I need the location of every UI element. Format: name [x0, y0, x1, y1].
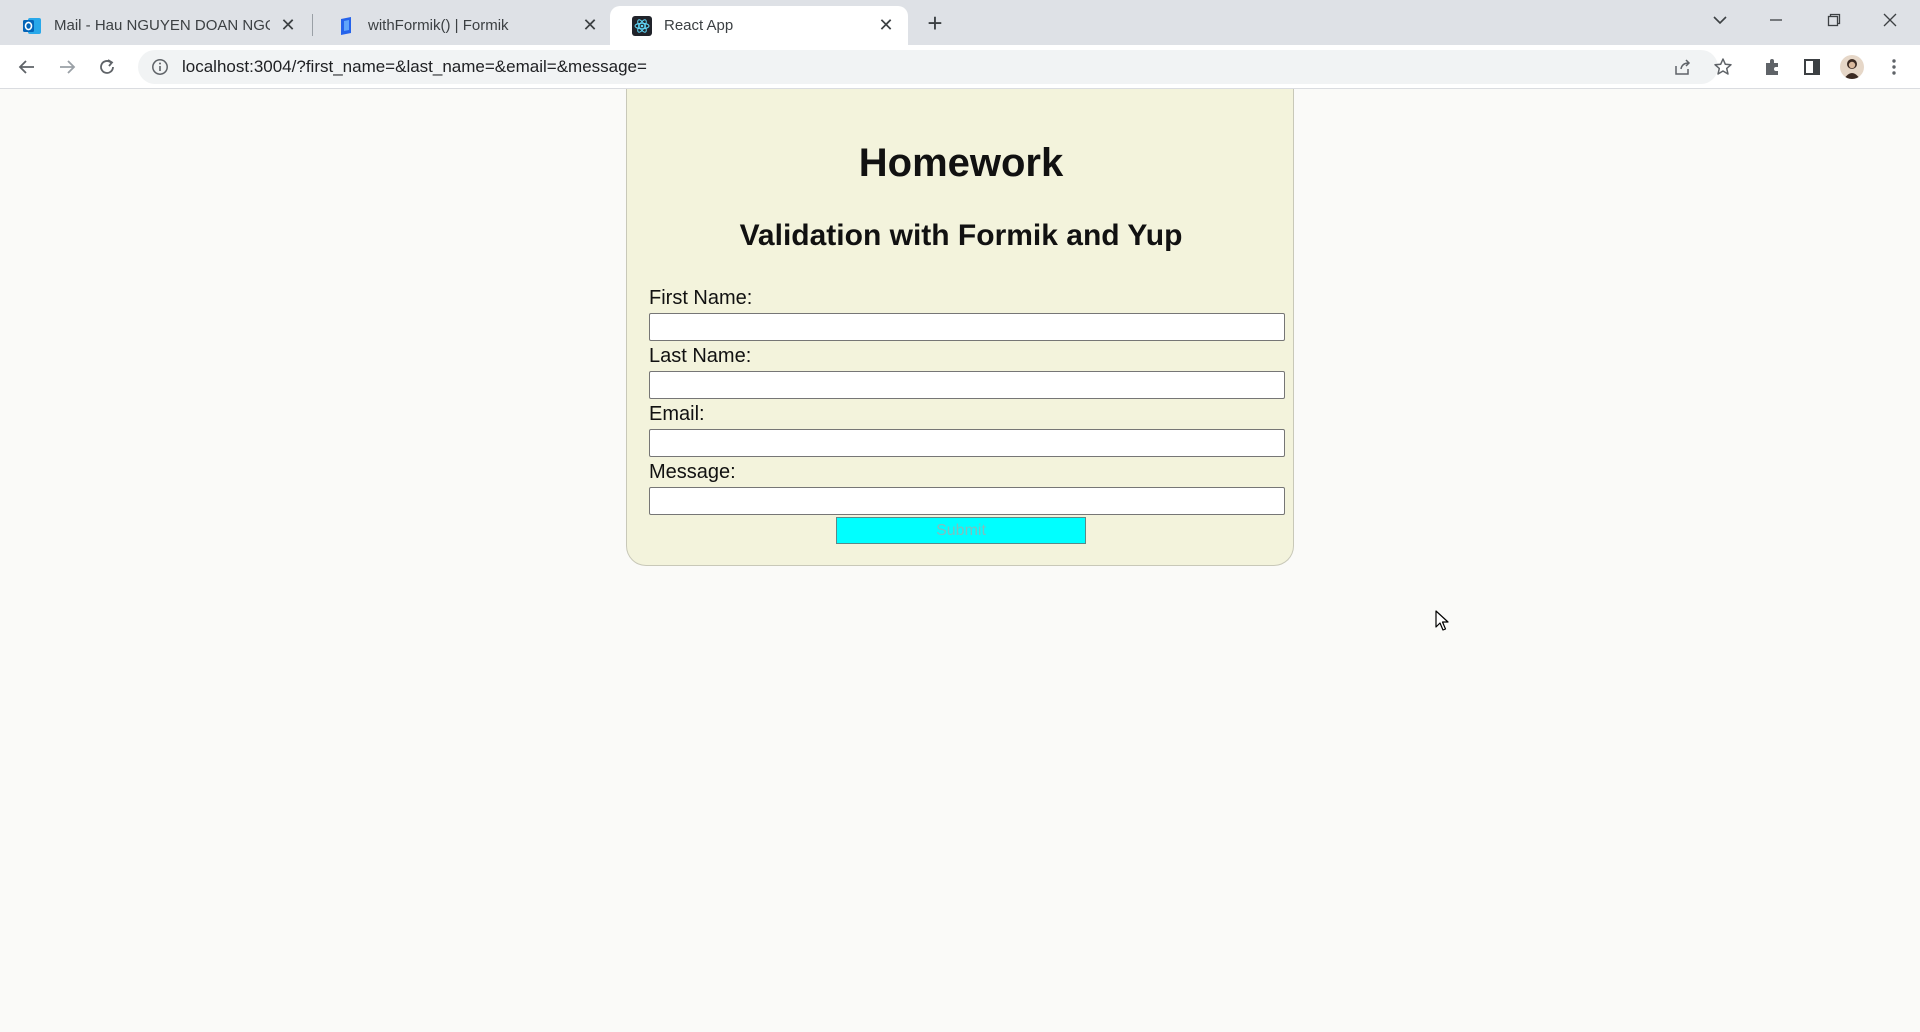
tab-search-button[interactable] — [1692, 0, 1748, 40]
side-panel-icon — [1804, 59, 1820, 75]
outlook-icon — [22, 16, 42, 36]
tab-strip: Mail - Hau NGUYEN DOAN NGOC ✕ withFormik… — [0, 0, 1920, 45]
message-field[interactable] — [649, 487, 1285, 515]
tab-mail[interactable]: Mail - Hau NGUYEN DOAN NGOC ✕ — [0, 6, 310, 45]
formik-icon — [336, 16, 356, 36]
restore-icon — [1827, 13, 1841, 27]
bookmark-button[interactable] — [1707, 51, 1739, 83]
forward-button[interactable] — [51, 51, 83, 83]
menu-button[interactable] — [1878, 51, 1910, 83]
reload-icon — [100, 59, 114, 74]
mouse-cursor-icon — [1435, 610, 1449, 631]
side-panel-button[interactable] — [1796, 51, 1828, 83]
message-label: Message: — [649, 461, 736, 483]
url-text: localhost:3004/?first_name=&last_name=&e… — [182, 57, 647, 76]
window-close-button[interactable] — [1862, 0, 1918, 40]
browser-toolbar: localhost:3004/?first_name=&last_name=&e… — [0, 45, 1920, 89]
close-icon[interactable]: ✕ — [876, 15, 896, 36]
arrow-right-icon — [60, 60, 76, 74]
tab-title: Mail - Hau NGUYEN DOAN NGOC — [54, 17, 270, 34]
page-subtitle: Validation with Formik and Yup — [739, 219, 1183, 252]
arrow-left-icon — [18, 60, 34, 74]
more-vertical-icon — [1892, 59, 1896, 75]
tab-react-app[interactable]: React App ✕ — [610, 6, 908, 45]
tab-title: React App — [664, 17, 734, 34]
share-icon — [1675, 59, 1691, 75]
page-title: Homework — [858, 141, 1064, 185]
email-field[interactable] — [649, 429, 1285, 457]
close-icon — [1883, 13, 1897, 27]
tab-divider — [312, 14, 313, 36]
info-icon[interactable] — [150, 57, 170, 77]
new-tab-button[interactable]: + — [920, 8, 950, 38]
email-label: Email: — [649, 403, 705, 425]
last-name-field[interactable] — [649, 371, 1285, 399]
last-name-label: Last Name: — [649, 345, 752, 367]
back-button[interactable] — [11, 51, 43, 83]
minimize-icon — [1770, 19, 1782, 21]
share-button[interactable] — [1667, 51, 1699, 83]
puzzle-icon — [1766, 59, 1778, 75]
react-icon — [632, 15, 652, 36]
extensions-button[interactable] — [1756, 51, 1788, 83]
minimize-button[interactable] — [1748, 0, 1804, 40]
address-bar[interactable]: localhost:3004/?first_name=&last_name=&e… — [138, 50, 1718, 84]
tab-title: withFormik() | Formik — [368, 17, 509, 34]
form-card: Homework Validation with Formik and Yup … — [626, 89, 1294, 566]
first-name-label: First Name: — [649, 287, 753, 309]
close-icon[interactable]: ✕ — [278, 15, 298, 36]
star-icon — [1714, 58, 1732, 75]
chevron-down-icon — [1713, 16, 1727, 25]
profile-avatar[interactable] — [1840, 55, 1864, 79]
restore-button[interactable] — [1806, 0, 1862, 40]
close-icon[interactable]: ✕ — [580, 15, 600, 36]
submit-button[interactable]: Submit — [836, 517, 1086, 544]
reload-button[interactable] — [91, 51, 123, 83]
tab-formik[interactable]: withFormik() | Formik ✕ — [314, 6, 612, 45]
first-name-field[interactable] — [649, 313, 1285, 341]
